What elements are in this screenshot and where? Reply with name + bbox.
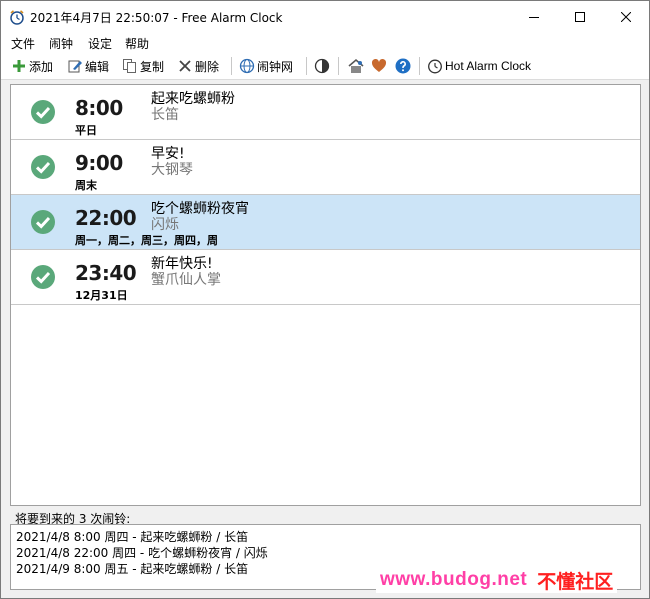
alarm-row[interactable]: 8:00 平日 起来吃螺蛳粉 长笛 xyxy=(11,85,640,140)
alarm-time: 9:00 xyxy=(75,151,123,175)
help-icon xyxy=(395,58,411,74)
menu-file[interactable]: 文件 xyxy=(11,35,35,52)
toolbar-separator xyxy=(231,57,232,75)
alarm-row-selected[interactable]: 22:00 周一，周二，周三，周四，周 吃个螺蛳粉夜宵 闪烁 xyxy=(11,195,640,250)
alarm-time: 23:40 xyxy=(75,261,137,285)
toolbar-separator xyxy=(338,57,339,75)
toolbar: 添加 编辑 复制 删除 闹钟网 Hot Alarm Clock xyxy=(1,52,649,80)
alarm-days: 周末 xyxy=(75,179,97,192)
alarm-list[interactable]: 8:00 平日 起来吃螺蛳粉 长笛 9:00 周末 早安! 大钢琴 22:00 … xyxy=(10,84,641,506)
globe-icon xyxy=(239,58,255,74)
alarm-clock-icon xyxy=(10,10,24,25)
menu-bar: 文件 闹钟 设定 帮助 xyxy=(1,32,649,52)
delete-icon xyxy=(179,60,191,72)
alarm-days: 12月31日 xyxy=(75,289,128,302)
maximize-icon xyxy=(575,11,585,22)
check-circle-icon[interactable] xyxy=(30,154,56,180)
upcoming-item: 2021/4/8 22:00 周四 - 吃个螺蛳粉夜宵 / 闪烁 xyxy=(16,546,268,560)
watermark-site: www.budog.net xyxy=(380,569,528,590)
alarm-sound: 蟹爪仙人掌 xyxy=(151,272,221,288)
home-icon xyxy=(348,58,364,73)
check-circle-icon[interactable] xyxy=(30,264,56,290)
alarm-row[interactable]: 23:40 12月31日 新年快乐! 蟹爪仙人掌 xyxy=(11,250,640,305)
check-circle-icon[interactable] xyxy=(30,209,56,235)
web-label: 闹钟网 xyxy=(257,59,294,74)
edit-label: 编辑 xyxy=(85,59,110,74)
menu-settings[interactable]: 设定 xyxy=(88,35,112,52)
contrast-icon xyxy=(314,58,330,74)
theme-button[interactable] xyxy=(314,56,332,76)
add-button[interactable]: 添加 xyxy=(11,56,53,76)
alarm-days: 平日 xyxy=(75,124,97,137)
add-label: 添加 xyxy=(29,59,54,74)
alarm-time: 22:00 xyxy=(75,206,137,230)
web-button[interactable]: 闹钟网 xyxy=(239,56,293,76)
maximize-button[interactable] xyxy=(557,1,603,32)
window-title: 2021年4月7日 22:50:07 - Free Alarm Clock xyxy=(30,11,283,25)
copy-icon xyxy=(123,59,136,73)
alarm-time: 8:00 xyxy=(75,96,123,120)
donate-button[interactable] xyxy=(371,56,389,76)
close-button[interactable] xyxy=(603,1,649,32)
alarm-sound: 长笛 xyxy=(151,107,179,123)
alarm-days: 周一，周二，周三，周四，周 xyxy=(75,234,218,247)
alarm-row[interactable]: 9:00 周末 早安! 大钢琴 xyxy=(11,140,640,195)
check-circle-icon[interactable] xyxy=(30,99,56,125)
copy-button[interactable]: 复制 xyxy=(122,56,164,76)
alarm-sound: 大钢琴 xyxy=(151,162,193,178)
title-bar: 2021年4月7日 22:50:07 - Free Alarm Clock xyxy=(1,1,649,32)
hot-alarm-clock-label: Hot Alarm Clock xyxy=(445,59,532,73)
delete-label: 删除 xyxy=(195,59,220,74)
watermark-name: 不懂社区 xyxy=(537,570,614,593)
toolbar-separator xyxy=(306,57,307,75)
edit-icon xyxy=(68,60,82,73)
edit-button[interactable]: 编辑 xyxy=(67,56,109,76)
alarm-sound: 闪烁 xyxy=(151,217,179,233)
app-window: 2021年4月7日 22:50:07 - Free Alarm Clock 文件… xyxy=(0,0,650,599)
heart-icon xyxy=(371,58,387,72)
menu-help[interactable]: 帮助 xyxy=(125,35,149,52)
minimize-button[interactable] xyxy=(511,1,557,32)
copy-label: 复制 xyxy=(140,59,165,74)
toolbar-separator xyxy=(419,57,420,75)
alarm-clock-icon xyxy=(428,59,442,74)
upcoming-item: 2021/4/9 8:00 周五 - 起来吃螺蛳粉 / 长笛 xyxy=(16,562,249,576)
help-button[interactable] xyxy=(395,56,413,76)
hot-alarm-clock-button[interactable]: Hot Alarm Clock xyxy=(427,56,531,76)
close-icon xyxy=(621,11,631,22)
upcoming-item: 2021/4/8 8:00 周四 - 起来吃螺蛳粉 / 长笛 xyxy=(16,530,249,544)
minimize-icon xyxy=(529,16,539,18)
menu-alarm[interactable]: 闹钟 xyxy=(49,35,73,52)
watermark: www.budog.net 不懂社区 xyxy=(376,567,618,593)
home-button[interactable] xyxy=(347,56,367,76)
delete-button[interactable]: 删除 xyxy=(177,56,219,76)
plus-icon xyxy=(13,60,25,72)
